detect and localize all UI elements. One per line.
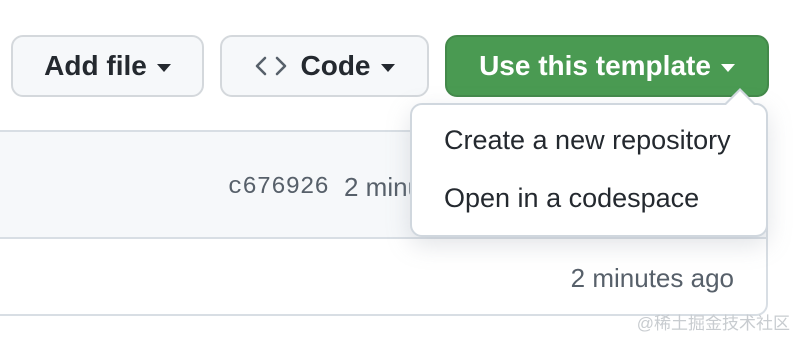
watermark: @稀土掘金技术社区 [636, 314, 790, 333]
use-this-template-label: Use this template [479, 50, 711, 81]
triangle-down-icon [720, 63, 735, 72]
create-new-repository-item[interactable]: Create a new repository [444, 125, 731, 156]
file-row-time: 2 minutes ago [570, 263, 734, 293]
add-file-button[interactable]: Add file [11, 35, 204, 97]
open-in-codespace-item[interactable]: Open in a codespace [444, 183, 699, 214]
code-icon [255, 54, 287, 78]
use-this-template-button[interactable]: Use this template [445, 35, 769, 97]
template-dropdown-menu: Create a new repository Open in a codesp… [410, 103, 768, 237]
code-button[interactable]: Code [220, 35, 429, 97]
dropdown-caret [726, 91, 754, 105]
triangle-down-icon [380, 63, 395, 72]
triangle-down-icon [156, 63, 171, 72]
add-file-label: Add file [44, 50, 147, 81]
code-label: Code [300, 50, 371, 81]
commit-hash-link[interactable]: c676926 [228, 174, 329, 201]
